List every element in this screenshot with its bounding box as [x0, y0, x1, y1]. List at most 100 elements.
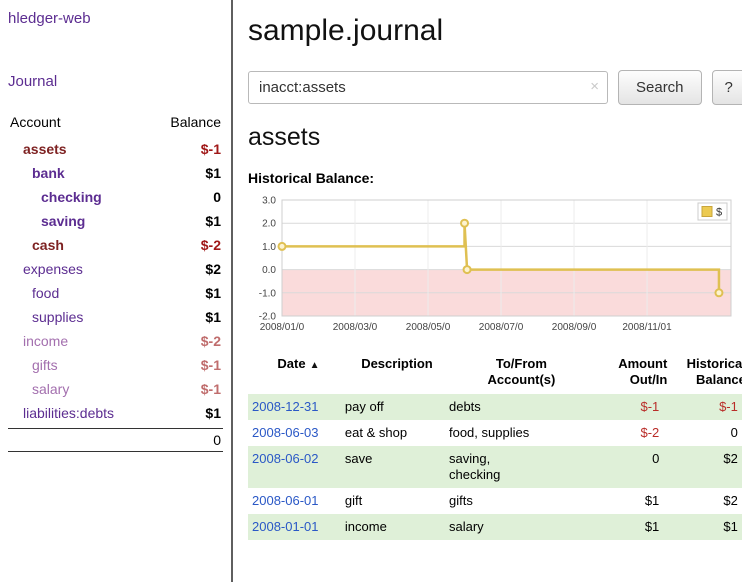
svg-text:2008/09/0: 2008/09/0 — [552, 322, 597, 333]
account-link[interactable]: gifts — [10, 356, 58, 374]
account-balance: $1 — [205, 164, 221, 182]
search-input[interactable] — [248, 71, 608, 104]
cell-balance: $2 — [667, 488, 742, 514]
cell-accounts: salary — [449, 514, 594, 540]
cell-accounts: debts — [449, 394, 594, 420]
account-balance: $-1 — [201, 140, 221, 158]
svg-text:2.0: 2.0 — [262, 219, 276, 230]
svg-text:1.0: 1.0 — [262, 242, 276, 253]
cell-date: 2008-01-01 — [248, 514, 345, 540]
account-link[interactable]: supplies — [10, 308, 83, 326]
register-header-accounts: To/FromAccount(s) — [449, 352, 594, 394]
register-row: 2008-06-01 giftgifts$1$2 — [248, 488, 742, 514]
account-link[interactable]: checking — [10, 188, 102, 206]
cell-amount: $1 — [594, 488, 667, 514]
accounts-list: assets $-1 bank $1 checking 0 saving $1 cash $-2 e… — [8, 137, 223, 425]
account-balance: $1 — [205, 308, 221, 326]
help-button[interactable]: ? — [712, 70, 742, 105]
account-row: liabilities:debts $1 — [8, 401, 223, 425]
chart-title: Historical Balance: — [248, 170, 742, 186]
account-link[interactable]: expenses — [10, 260, 83, 278]
svg-text:3.0: 3.0 — [262, 196, 276, 207]
cell-accounts: gifts — [449, 488, 594, 514]
account-link[interactable]: cash — [10, 236, 64, 254]
account-link[interactable]: salary — [10, 380, 69, 398]
cell-date: 2008-06-02 — [248, 446, 345, 488]
transaction-date-link[interactable]: 2008-12-31 — [252, 399, 319, 414]
cell-amount: 0 — [594, 446, 667, 488]
accounts-header: Account Balance — [8, 114, 223, 137]
svg-text:2008/01/0: 2008/01/0 — [260, 322, 305, 333]
account-row: checking 0 — [8, 185, 223, 209]
account-row: food$1 — [8, 281, 223, 305]
account-row: gifts $-1 — [8, 353, 223, 377]
clear-search-icon[interactable]: × — [590, 78, 599, 96]
cell-amount: $1 — [594, 514, 667, 540]
svg-text:-1.0: -1.0 — [259, 288, 277, 299]
account-link[interactable]: food — [10, 284, 59, 302]
account-row: cash $-2 — [8, 233, 223, 257]
register-table: Date▲DescriptionTo/FromAccount(s)AmountO… — [248, 352, 742, 540]
cell-date: 2008-06-01 — [248, 488, 345, 514]
account-link[interactable]: liabilities:debts — [10, 404, 114, 422]
sort-asc-icon: ▲ — [310, 360, 320, 371]
register-row: 2008-06-03eat & shopfood, supplies$-20 — [248, 420, 742, 446]
cell-amount: $-2 — [594, 420, 667, 446]
cell-balance: $1 — [667, 514, 742, 540]
register-header-amount: AmountOut/In — [594, 352, 667, 394]
accounts-header-balance: Balance — [170, 114, 221, 130]
register-header-date[interactable]: Date▲ — [248, 352, 345, 394]
account-heading: assets — [248, 123, 742, 152]
cell-accounts: saving, checking — [449, 446, 594, 488]
main-content: sample.journal × Search ? assets Histori… — [233, 0, 742, 582]
data-point-marker — [461, 220, 468, 227]
account-link[interactable]: assets — [10, 140, 67, 158]
account-link[interactable]: bank — [10, 164, 65, 182]
cell-date: 2008-06-03 — [248, 420, 345, 446]
transaction-date-link[interactable]: 2008-06-03 — [252, 425, 319, 440]
page-title: sample.journal — [248, 14, 742, 48]
accounts-total-value: 0 — [213, 432, 221, 448]
svg-text:2008/05/0: 2008/05/0 — [406, 322, 451, 333]
svg-text:2008/07/0: 2008/07/0 — [479, 322, 524, 333]
account-balance: $-2 — [201, 236, 221, 254]
legend-label: $ — [716, 207, 722, 219]
account-row: assets $-1 — [8, 137, 223, 161]
account-link[interactable]: income — [10, 332, 68, 350]
cell-balance: $-1 — [667, 394, 742, 420]
account-balance: $-2 — [201, 332, 221, 350]
account-balance: $1 — [205, 404, 221, 422]
account-row: income $-2 — [8, 329, 223, 353]
accounts-header-account: Account — [10, 114, 61, 130]
transaction-date-link[interactable]: 2008-06-01 — [252, 493, 319, 508]
account-balance: $2 — [205, 260, 221, 278]
account-row: supplies $1 — [8, 305, 223, 329]
cell-description: save — [345, 446, 449, 488]
transaction-date-link[interactable]: 2008-06-02 — [252, 451, 319, 466]
account-balance: $-1 — [201, 356, 221, 374]
cell-balance: 0 — [667, 420, 742, 446]
app-title-link[interactable]: hledger-web — [8, 10, 223, 27]
cell-accounts: food, supplies — [449, 420, 594, 446]
search-button[interactable]: Search — [618, 70, 702, 105]
account-row: saving $1 — [8, 209, 223, 233]
cell-description: gift — [345, 488, 449, 514]
account-link[interactable]: saving — [10, 212, 85, 230]
account-balance: $1 — [205, 212, 221, 230]
transaction-date-link[interactable]: 2008-01-01 — [252, 519, 319, 534]
historical-balance-chart: 3.02.01.00.0-1.0-2.02008/01/02008/03/020… — [248, 192, 736, 340]
account-row: salary$-1 — [8, 377, 223, 401]
cell-balance: $2 — [667, 446, 742, 488]
svg-text:2008/03/0: 2008/03/0 — [333, 322, 378, 333]
cell-description: income — [345, 514, 449, 540]
data-point-marker — [279, 243, 286, 250]
register-row: 2008-01-01incomesalary$1$1 — [248, 514, 742, 540]
data-point-marker — [464, 266, 471, 273]
svg-text:2008/11/01: 2008/11/01 — [622, 322, 672, 333]
account-balance: 0 — [213, 188, 221, 206]
cell-amount: $-1 — [594, 394, 667, 420]
register-header-balance: HistoricalBalance — [667, 352, 742, 394]
cell-description: pay off — [345, 394, 449, 420]
nav-journal-link[interactable]: Journal — [8, 73, 223, 90]
cell-date: 2008-12-31 — [248, 394, 345, 420]
